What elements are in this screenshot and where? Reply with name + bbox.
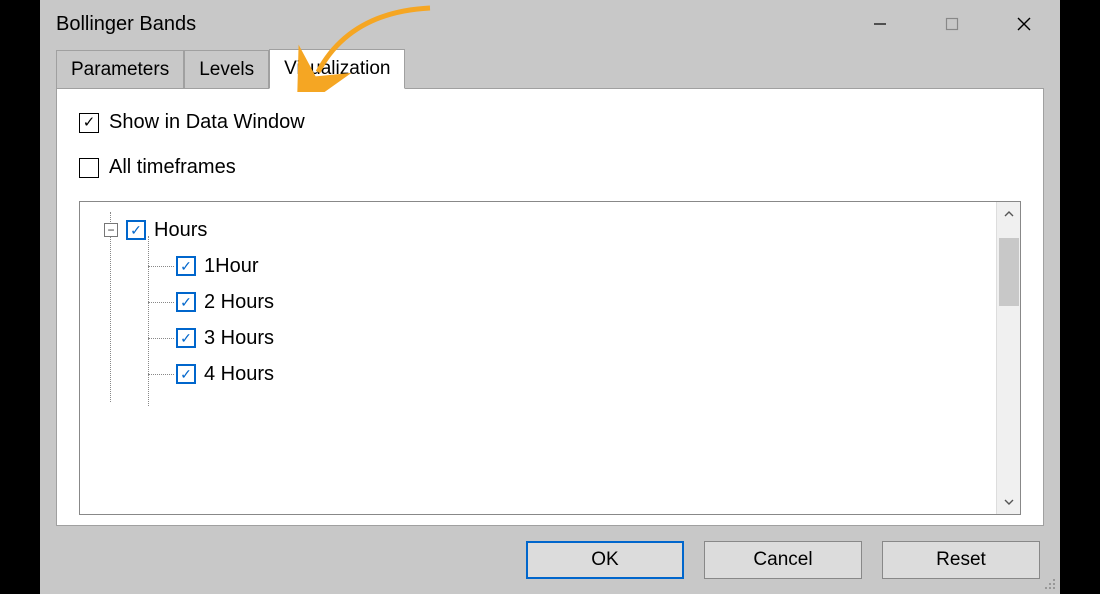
resize-grip-icon[interactable] [1040,574,1058,592]
all-timeframes-row: All timeframes [79,156,1021,179]
minimize-icon [873,17,887,31]
tree-label-4hours: 4 Hours [204,363,274,386]
2hours-checkbox[interactable] [176,292,196,312]
tree-scrollbar[interactable] [996,202,1020,514]
tab-levels[interactable]: Levels [184,50,269,89]
tree-node-3hours[interactable]: 3 Hours [176,320,986,356]
tree-label-2hours: 2 Hours [204,291,274,314]
expand-collapse-toggle[interactable]: − [104,223,118,237]
all-timeframes-label: All timeframes [109,156,236,179]
3hours-checkbox[interactable] [176,328,196,348]
window-controls [844,0,1060,48]
tree-label-3hours: 3 Hours [204,327,274,350]
show-in-data-window-row: Show in Data Window [79,111,1021,134]
tab-bar: Parameters Levels Visualization [40,48,1060,88]
tree-label-1hour: 1Hour [204,255,258,278]
maximize-button[interactable] [916,0,988,48]
chevron-up-icon [1004,209,1014,219]
scroll-down-arrow[interactable] [997,490,1020,514]
cancel-button[interactable]: Cancel [704,541,862,579]
tree-node-4hours[interactable]: 4 Hours [176,356,986,392]
window-title: Bollinger Bands [56,13,196,36]
dialog-window: Bollinger Bands Parameters Levels Visual… [40,0,1060,594]
tab-visualization[interactable]: Visualization [269,49,405,89]
tree-label-hours: Hours [154,219,207,242]
timeframes-tree-panel: − Hours 1Hour 2 Hours 3 Hours [79,201,1021,515]
tab-parameters[interactable]: Parameters [56,50,184,89]
titlebar: Bollinger Bands [40,0,1060,48]
reset-button[interactable]: Reset [882,541,1040,579]
tab-content: Show in Data Window All timeframes − [56,88,1044,526]
ok-button[interactable]: OK [526,541,684,579]
tree-node-2hours[interactable]: 2 Hours [176,284,986,320]
all-timeframes-checkbox[interactable] [79,158,99,178]
close-button[interactable] [988,0,1060,48]
show-in-data-window-label: Show in Data Window [109,111,305,134]
scroll-up-arrow[interactable] [997,202,1020,226]
chevron-down-icon [1004,497,1014,507]
tree-content: − Hours 1Hour 2 Hours 3 Hours [80,202,996,514]
close-icon [1016,16,1032,32]
4hours-checkbox[interactable] [176,364,196,384]
tree-node-hours[interactable]: − Hours [104,212,986,248]
dialog-footer: OK Cancel Reset [40,526,1060,594]
hours-checkbox[interactable] [126,220,146,240]
show-in-data-window-checkbox[interactable] [79,113,99,133]
tree-node-1hour[interactable]: 1Hour [176,248,986,284]
minimize-button[interactable] [844,0,916,48]
scroll-thumb[interactable] [999,238,1019,306]
1hour-checkbox[interactable] [176,256,196,276]
maximize-icon [945,17,959,31]
